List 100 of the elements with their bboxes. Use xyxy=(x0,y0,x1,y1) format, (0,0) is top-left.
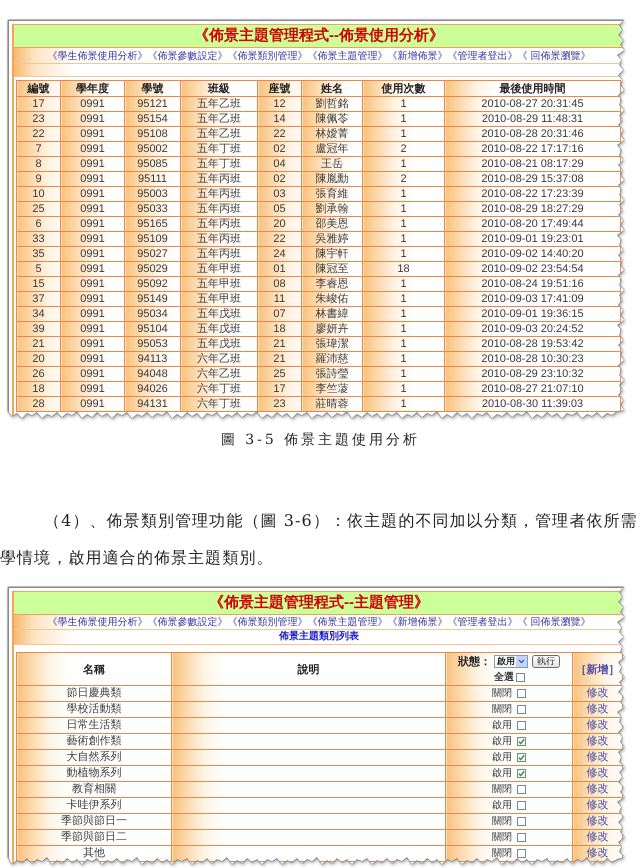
edit-link[interactable]: 修改 xyxy=(586,751,608,763)
status-select[interactable]: 啟用 xyxy=(494,655,528,668)
nav-link[interactable]: 《管理者登出》 xyxy=(448,48,518,62)
table-cell: 25 xyxy=(16,202,60,216)
nav-link[interactable]: 《 回佈景瀏覽》 xyxy=(518,48,590,62)
table-cell: 五年丙班 xyxy=(180,186,258,202)
status-text: 啟用 xyxy=(492,799,512,812)
table-cell: 李竺蓤 xyxy=(302,382,362,396)
nav-link[interactable]: 《佈景類別管理》 xyxy=(228,48,308,62)
table-cell: 95149 xyxy=(124,292,180,306)
table-cell: 12 xyxy=(258,96,302,112)
checkbox[interactable] xyxy=(517,801,526,810)
checkbox[interactable] xyxy=(517,705,526,714)
add-link[interactable]: ［新增］ xyxy=(576,664,620,676)
checkbox[interactable] xyxy=(517,849,526,858)
table-cell: 藝術創作類 xyxy=(16,734,172,750)
caret-icon xyxy=(516,656,527,667)
nav-link[interactable]: 《佈景主題管理》 xyxy=(308,615,388,629)
nav-link[interactable]: 《管理者登出》 xyxy=(448,615,518,629)
table-cell: 10 xyxy=(16,186,60,202)
table-cell: 95053 xyxy=(124,336,180,352)
column-header: 編號 xyxy=(16,80,60,96)
nav-link[interactable]: 《佈景主題管理》 xyxy=(308,48,388,62)
checkbox[interactable] xyxy=(517,737,526,746)
status-text: 關閉 xyxy=(492,783,512,796)
table-cell: 2010-08-24 19:51:16 xyxy=(444,276,620,292)
table-cell: 94026 xyxy=(124,382,180,396)
table-cell: 2010-08-27 21:07:10 xyxy=(444,382,620,396)
checkbox[interactable] xyxy=(517,833,526,842)
table-cell: 21 xyxy=(258,336,302,352)
table-cell: 94048 xyxy=(124,366,180,382)
edit-link[interactable]: 修改 xyxy=(586,767,608,779)
table-cell: 1 xyxy=(362,382,444,396)
nav-link[interactable]: 《新增佈景》 xyxy=(388,48,448,62)
status-text: 關閉 xyxy=(492,847,512,860)
column-header: 最後使用時間 xyxy=(444,80,620,96)
checkbox[interactable] xyxy=(516,672,525,682)
table-cell: 34 xyxy=(16,306,60,322)
edit-link[interactable]: 修改 xyxy=(586,735,608,747)
nav-link[interactable]: 《佈景類別管理》 xyxy=(228,615,308,629)
table-cell: 學校活動類 xyxy=(16,702,172,718)
table-cell: 11 xyxy=(258,292,302,306)
table-cell: 0991 xyxy=(60,382,124,396)
checkbox[interactable] xyxy=(517,689,526,698)
nav-link[interactable]: 《新增佈景》 xyxy=(388,615,448,629)
checkbox[interactable] xyxy=(517,721,526,730)
run-button[interactable]: 執行 xyxy=(532,655,560,668)
table-cell: 7 xyxy=(16,142,60,156)
select-all-label: 全選 xyxy=(494,670,514,684)
table-cell: 張詩瑩 xyxy=(302,366,362,382)
edit-link[interactable]: 修改 xyxy=(586,783,608,795)
checkbox[interactable] xyxy=(517,753,526,762)
nav-link[interactable]: 《 回佈景瀏覽》 xyxy=(518,615,590,629)
edit-link[interactable]: 修改 xyxy=(586,799,608,811)
nav-link[interactable]: 《學生佈景使用分析》 xyxy=(48,615,148,629)
table-cell: 五年丙班 xyxy=(180,172,258,186)
table-cell: 季節與節日一 xyxy=(16,814,172,830)
edit-link[interactable]: 修改 xyxy=(586,719,608,731)
nav-link[interactable]: 《學生佈景使用分析》 xyxy=(48,48,148,62)
table-cell: 2010-09-03 17:41:09 xyxy=(444,292,620,306)
table-cell: 五年甲班 xyxy=(180,292,258,306)
column-header: 名稱 xyxy=(16,652,172,686)
checkmark-icon xyxy=(518,754,525,761)
table-cell: 陳宇軒 xyxy=(302,246,362,262)
column-header: 使用次數 xyxy=(362,80,444,96)
status-text: 關閉 xyxy=(492,703,512,716)
table-cell: 95111 xyxy=(124,172,180,186)
table-cell: 95034 xyxy=(124,306,180,322)
checkbox[interactable] xyxy=(517,817,526,826)
nav-link[interactable]: 《佈景參數設定》 xyxy=(148,48,228,62)
table-cell: 2010-08-29 15:37:08 xyxy=(444,172,620,186)
table-cell: 0991 xyxy=(60,96,124,112)
table-cell: 6 xyxy=(16,216,60,232)
table-cell: 六年乙班 xyxy=(180,352,258,366)
table-cell: 0991 xyxy=(60,246,124,262)
table-cell: 18 xyxy=(16,382,60,396)
table-cell: 14 xyxy=(258,112,302,126)
table-cell: 2010-08-22 17:23:39 xyxy=(444,186,620,202)
table-cell: 18 xyxy=(258,322,302,336)
table-cell: 1 xyxy=(362,292,444,306)
edit-link[interactable]: 修改 xyxy=(586,703,608,715)
table-cell: 0991 xyxy=(60,262,124,276)
table-cell: 02 xyxy=(258,142,302,156)
table-cell: 廖妍卉 xyxy=(302,322,362,336)
edit-link[interactable]: 修改 xyxy=(586,847,608,859)
edit-link[interactable]: 修改 xyxy=(586,815,608,827)
table-cell: 1 xyxy=(362,216,444,232)
table-cell: 22 xyxy=(16,126,60,142)
table-cell: 1 xyxy=(362,366,444,382)
table-cell: 六年乙班 xyxy=(180,366,258,382)
checkbox[interactable] xyxy=(517,769,526,778)
table-cell: 07 xyxy=(258,306,302,322)
edit-link[interactable]: 修改 xyxy=(586,831,608,843)
checkbox[interactable] xyxy=(517,785,526,794)
edit-link[interactable]: 修改 xyxy=(586,687,608,699)
table-cell: 陳冠至 xyxy=(302,262,362,276)
figure-caption: 圖 3-5 佈景主題使用分析 xyxy=(220,432,422,448)
table-cell: 季節與節日二 xyxy=(16,830,172,846)
table-cell: 35 xyxy=(16,246,60,262)
nav-link[interactable]: 《佈景參數設定》 xyxy=(148,615,228,629)
